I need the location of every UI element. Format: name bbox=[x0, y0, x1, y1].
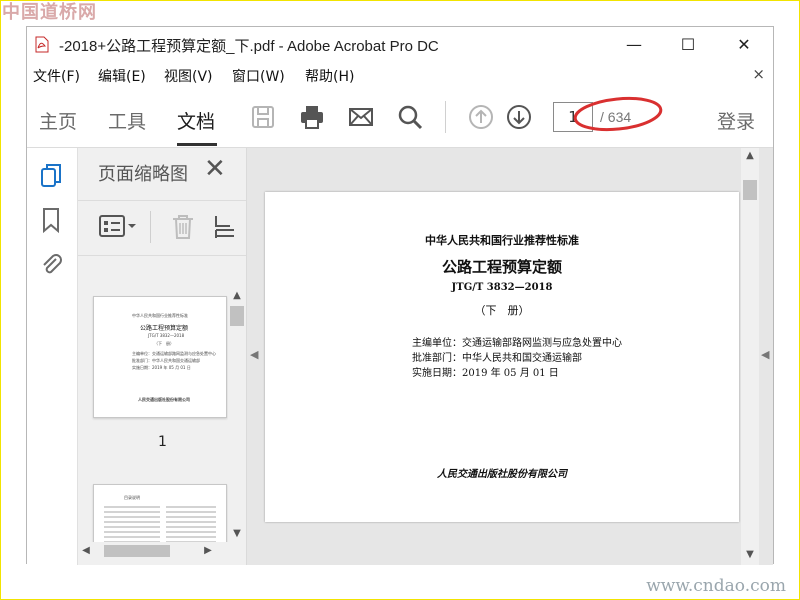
main-toolbar: 主页 工具 文档 1 / 634 登录 bbox=[27, 87, 773, 148]
thumbnails-hscroll[interactable]: ◀ ▶ bbox=[78, 542, 228, 560]
page-thumbnails-icon[interactable] bbox=[39, 162, 63, 190]
thumb1-line5: 主编单位：交通运输部路网监测与应急处置中心 bbox=[132, 351, 216, 356]
attachment-icon[interactable] bbox=[39, 250, 63, 278]
hscroll-right-icon[interactable]: ▶ bbox=[200, 542, 216, 560]
thumbnail-page-1[interactable]: 中华人民共和国行业推荐性标准 公路工程预算定额 JTG/T 3832—2018 … bbox=[93, 296, 227, 418]
login-button[interactable]: 登录 bbox=[717, 107, 755, 134]
email-icon[interactable] bbox=[347, 103, 375, 131]
thumb-toolbar-separator bbox=[150, 211, 151, 243]
thumbnails-panel-title: 页面缩略图 bbox=[98, 164, 188, 185]
doc-title: 公路工程预算定额 bbox=[441, 258, 562, 276]
thumb1-line2: 公路工程预算定额 bbox=[140, 325, 189, 332]
thumb1-publisher: 人民交通出版社股份有限公司 bbox=[138, 397, 190, 402]
document-page: 中华人民共和国行业推荐性标准 公路工程预算定额 JTG/T 3832—2018 … bbox=[265, 192, 739, 522]
window-title: -2018+公路工程预算定额_下.pdf - Adobe Acrobat Pro… bbox=[59, 38, 439, 55]
thumb-scroll-thumb[interactable] bbox=[230, 306, 244, 326]
expand-right-panel-icon[interactable]: ◀ bbox=[761, 348, 769, 361]
thumb1-line1: 中华人民共和国行业推荐性标准 bbox=[132, 313, 188, 318]
thumb-scroll-up-icon[interactable]: ▲ bbox=[228, 288, 246, 304]
search-icon[interactable] bbox=[396, 103, 424, 131]
pdf-file-icon bbox=[35, 36, 49, 53]
minimize-button[interactable]: — bbox=[611, 27, 657, 61]
thumbnails-vscroll[interactable]: ▲ ▼ bbox=[228, 288, 246, 542]
document-view: ◀ 中华人民共和国行业推荐性标准 公路工程预算定额 JTG/T 3832—201… bbox=[247, 148, 741, 565]
doc-scroll-thumb[interactable] bbox=[743, 180, 757, 200]
menu-help[interactable]: 帮助(H) bbox=[305, 66, 354, 86]
menu-close-icon[interactable]: × bbox=[752, 65, 765, 83]
thumb1-line3: JTG/T 3832—2018 bbox=[148, 333, 185, 338]
document-vscroll[interactable]: ▲ ▼ bbox=[741, 148, 759, 565]
menu-bar: 文件(F) 编辑(E) 视图(V) 窗口(W) 帮助(H) × bbox=[27, 63, 773, 87]
watermark-top: 中国道桥网 bbox=[2, 2, 97, 23]
acrobat-window: -2018+公路工程预算定额_下.pdf - Adobe Acrobat Pro… bbox=[26, 26, 774, 565]
doc-standard-type: 中华人民共和国行业推荐性标准 bbox=[425, 234, 579, 247]
thumb1-line7: 实施日期：2019 年 05 月 01 日 bbox=[132, 365, 191, 370]
doc-publisher: 人民交通出版社股份有限公司 bbox=[437, 469, 567, 480]
hscroll-thumb[interactable] bbox=[104, 545, 170, 557]
thumbnails-toolbar bbox=[78, 200, 246, 256]
doc-scroll-down-icon[interactable]: ▼ bbox=[741, 547, 759, 563]
collapse-left-panel-icon[interactable]: ◀ bbox=[250, 348, 258, 361]
tab-document[interactable]: 文档 bbox=[177, 107, 215, 134]
menu-file[interactable]: 文件(F) bbox=[33, 66, 80, 86]
thumbnail-page-number: 1 bbox=[158, 434, 167, 450]
menu-view[interactable]: 视图(V) bbox=[164, 66, 213, 86]
menu-window[interactable]: 窗口(W) bbox=[232, 66, 285, 86]
thumbnails-list: 中华人民共和国行业推荐性标准 公路工程预算定额 JTG/T 3832—2018 … bbox=[78, 256, 228, 556]
thumbnails-close-icon[interactable]: ✕ bbox=[204, 154, 226, 184]
red-highlight-ellipse bbox=[573, 96, 663, 132]
right-panel-strip: ◀ bbox=[759, 148, 773, 565]
doc-editor: 主编单位：交通运输部路网监测与应急处置中心 bbox=[412, 338, 622, 349]
insert-pages-icon[interactable] bbox=[212, 213, 238, 241]
tab-home[interactable]: 主页 bbox=[39, 107, 77, 134]
tab-tools[interactable]: 工具 bbox=[108, 107, 146, 134]
menu-edit[interactable]: 编辑(E) bbox=[98, 66, 146, 86]
doc-scroll-up-icon[interactable]: ▲ bbox=[741, 148, 759, 164]
page-up-icon[interactable] bbox=[467, 103, 495, 131]
bookmark-icon[interactable] bbox=[39, 206, 63, 234]
delete-icon[interactable] bbox=[170, 213, 196, 241]
active-tab-indicator bbox=[177, 143, 217, 146]
thumb1-line4: （下 册） bbox=[154, 341, 174, 346]
close-button[interactable]: ✕ bbox=[721, 27, 767, 61]
left-rail bbox=[27, 148, 78, 565]
thumb1-line6: 批准部门：中华人民共和国交通运输部 bbox=[132, 358, 200, 363]
doc-volume: （下 册） bbox=[474, 304, 530, 317]
thumb2-heading: 目录说明 bbox=[124, 495, 140, 500]
doc-code: JTG/T 3832—2018 bbox=[451, 282, 553, 293]
thumb-scroll-down-icon[interactable]: ▼ bbox=[228, 526, 246, 542]
save-icon[interactable] bbox=[249, 103, 277, 131]
print-icon[interactable] bbox=[298, 103, 326, 131]
options-menu-icon[interactable] bbox=[98, 213, 138, 239]
hscroll-left-icon[interactable]: ◀ bbox=[78, 542, 94, 560]
thumbnails-panel: 页面缩略图 ✕ 中华人民共和国行业推荐性标准 公路工程预算定额 JTG/T 38… bbox=[78, 148, 247, 565]
maximize-button[interactable]: ☐ bbox=[665, 27, 711, 61]
page-down-icon[interactable] bbox=[505, 103, 533, 131]
title-bar: -2018+公路工程预算定额_下.pdf - Adobe Acrobat Pro… bbox=[27, 27, 773, 61]
doc-effective-date: 实施日期：2019 年 05 月 01 日 bbox=[412, 368, 559, 379]
watermark-bottom: www.cndao.com bbox=[646, 576, 786, 596]
toolbar-separator bbox=[445, 101, 446, 133]
doc-approver: 批准部门：中华人民共和国交通运输部 bbox=[412, 353, 582, 364]
